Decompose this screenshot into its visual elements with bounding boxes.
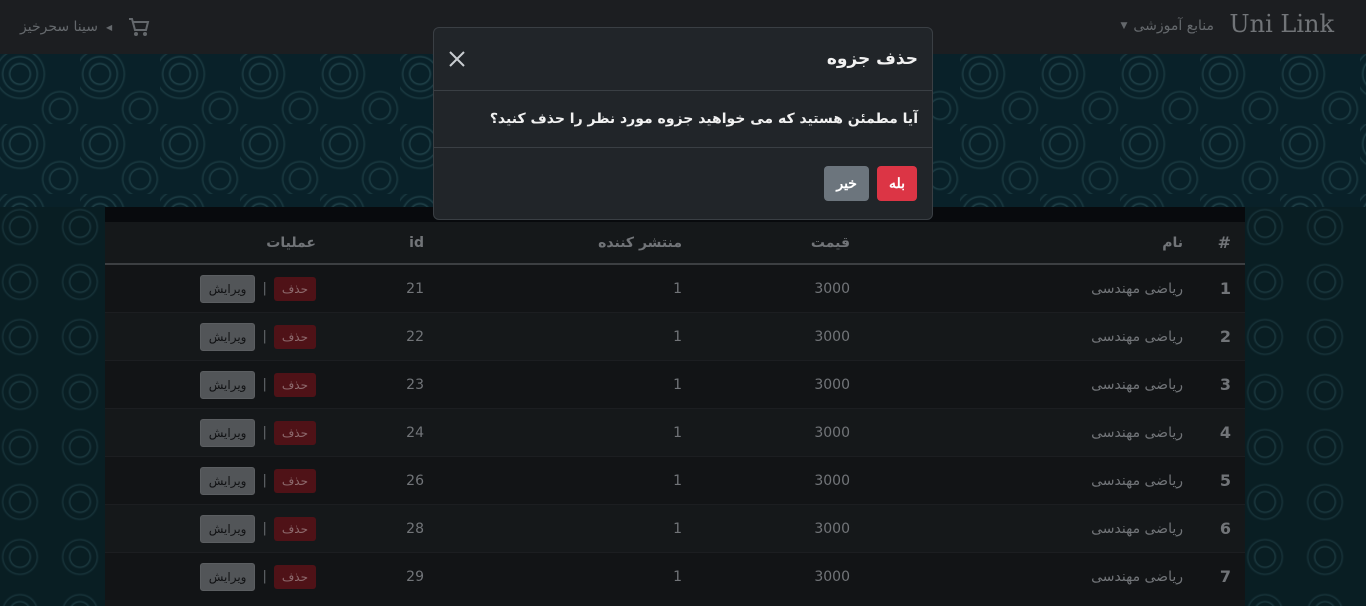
modal-header: حذف جزوه [434,28,932,91]
delete-confirm-modal: حذف جزوه آیا مطمئن هستید که می خواهید جز… [433,27,933,220]
close-icon[interactable] [446,48,468,70]
modal-footer: بله خیر [434,148,932,219]
confirm-delete-button[interactable]: بله [876,166,917,201]
modal-title: حذف جزوه [826,49,918,69]
cancel-button[interactable]: خیر [824,166,869,201]
modal-message: آیا مطمئن هستید که می خواهید جزوه مورد ن… [434,91,932,148]
